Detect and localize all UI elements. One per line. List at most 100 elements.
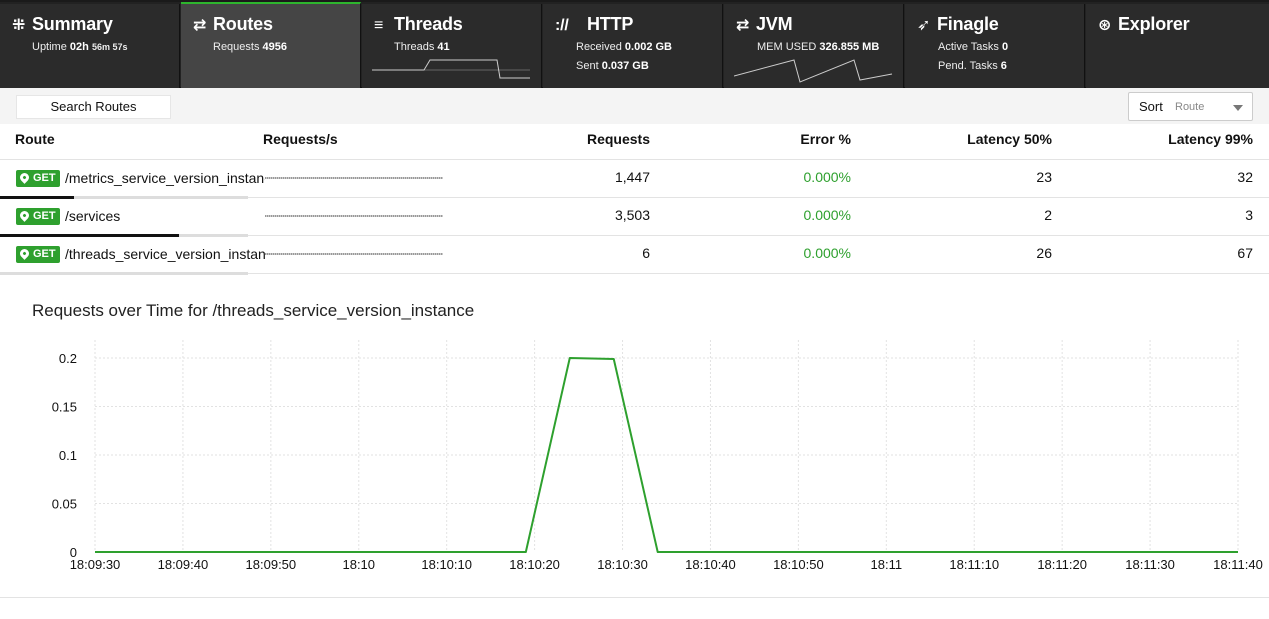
pend-tasks-value: 6 bbox=[1000, 60, 1007, 72]
threads-value: 41 bbox=[437, 41, 450, 53]
tab-finagle[interactable]: ➶ Finagle Active Tasks 0 Pend. Tasks 6 bbox=[905, 4, 1085, 89]
tab-routes[interactable]: ⇄ Routes Requests 4956 bbox=[181, 2, 361, 89]
active-tasks-label: Active Tasks bbox=[938, 41, 999, 53]
active-tasks-stat: Active Tasks 0 bbox=[938, 41, 1008, 53]
tab-http-title: :// HTTP bbox=[555, 14, 633, 35]
requests-label: Requests bbox=[213, 41, 260, 53]
tab-finagle-label: Finagle bbox=[937, 14, 999, 34]
pend-tasks-stat: Pend. Tasks 6 bbox=[938, 60, 1007, 72]
chart-title: Requests over Time for /threads_service_… bbox=[32, 301, 475, 320]
requests-count: 3,503 bbox=[614, 207, 650, 223]
latency-99: 67 bbox=[1237, 245, 1253, 261]
pin-icon bbox=[18, 171, 31, 184]
tab-jvm-title: ⇄ JVM bbox=[736, 14, 793, 35]
get-method-badge: GET bbox=[16, 170, 60, 187]
requests-chart: 18:09:30 18:09:40 18:09:50 18:10 18:10:10 18:… bbox=[52, 340, 1263, 572]
x-tick-label: 18:11 bbox=[871, 557, 903, 572]
x-tick-label: 18:11:20 bbox=[1037, 557, 1087, 572]
route-path: /services bbox=[65, 208, 121, 224]
tab-routes-title: ⇄ Routes bbox=[193, 14, 273, 35]
threads-label: Threads bbox=[394, 41, 435, 53]
requests-sparkline bbox=[265, 177, 443, 179]
latency-50: 23 bbox=[1036, 169, 1052, 185]
arrows-icon: ⇄ bbox=[193, 17, 207, 34]
table-row[interactable]: GET/services 3,503 0.000% 2 3 bbox=[0, 198, 1269, 237]
threads-stat: Threads 41 bbox=[394, 41, 450, 53]
tab-explorer-label: Explorer bbox=[1118, 14, 1190, 34]
latency-99: 32 bbox=[1237, 169, 1253, 185]
error-rate: 0.000% bbox=[803, 169, 851, 185]
tab-explorer-title: ⊛ Explorer bbox=[1098, 14, 1190, 35]
mem-value: 326.855 MB bbox=[819, 41, 880, 53]
method-label: GET bbox=[33, 172, 56, 184]
requests-stat: Requests 4956 bbox=[213, 41, 287, 53]
latency-50: 26 bbox=[1036, 245, 1052, 261]
requests-value: 4956 bbox=[262, 41, 288, 53]
request-share-bar bbox=[0, 272, 248, 275]
top-nav: ⁜ Summary Uptime 02h 56m 57s ⇄ Routes Requ… bbox=[0, 0, 1269, 89]
toolbar: Search Routes Sort Route bbox=[0, 88, 1269, 124]
uptime-label: Uptime bbox=[32, 41, 67, 53]
divider bbox=[0, 597, 1269, 598]
col-requests-per-sec[interactable]: Requests/s bbox=[263, 131, 338, 147]
tab-threads-label: Threads bbox=[394, 14, 463, 34]
x-tick-label: 18:10:20 bbox=[509, 557, 560, 572]
pin-icon bbox=[18, 209, 31, 222]
x-tick-label: 18:10 bbox=[342, 557, 375, 572]
col-requests[interactable]: Requests bbox=[587, 131, 650, 147]
sort-value: Route bbox=[1175, 101, 1205, 113]
col-latency-99[interactable]: Latency 99% bbox=[1168, 131, 1253, 147]
requests-sparkline bbox=[265, 253, 443, 255]
x-tick-label: 18:09:30 bbox=[70, 557, 121, 572]
method-label: GET bbox=[33, 210, 56, 222]
x-tick-label: 18:10:50 bbox=[773, 557, 824, 572]
x-tick-label: 18:10:30 bbox=[597, 557, 648, 572]
sent-value: 0.037 GB bbox=[601, 60, 649, 72]
tab-summary-label: Summary bbox=[32, 14, 113, 34]
tab-jvm-label: JVM bbox=[756, 14, 793, 34]
arrows-icon: ⇄ bbox=[736, 17, 750, 34]
received-value: 0.002 GB bbox=[624, 41, 673, 53]
y-tick-label: 0.05 bbox=[52, 497, 77, 512]
error-rate: 0.000% bbox=[803, 207, 851, 223]
sent-stat: Sent 0.037 GB bbox=[576, 60, 649, 72]
tab-explorer[interactable]: ⊛ Explorer bbox=[1086, 4, 1269, 89]
active-tasks-value: 0 bbox=[1002, 41, 1009, 53]
latency-99: 3 bbox=[1245, 207, 1253, 223]
x-tick-label: 18:11:10 bbox=[949, 557, 999, 572]
series-line bbox=[95, 357, 1238, 553]
x-tick-label: 18:11:40 bbox=[1213, 557, 1263, 572]
jvm-sparkline bbox=[734, 59, 893, 83]
slashes-icon: :// bbox=[555, 17, 569, 34]
y-tick-label: 0 bbox=[70, 545, 77, 560]
mem-stat: MEM USED 326.855 MB bbox=[757, 41, 879, 53]
table-row[interactable]: GET/threads_service_version_instance 6 0.0… bbox=[0, 236, 1269, 275]
col-latency-50[interactable]: Latency 50% bbox=[967, 131, 1052, 147]
search-routes-button[interactable]: Search Routes bbox=[16, 95, 171, 119]
x-tick-label: 18:10:10 bbox=[421, 557, 472, 572]
chevron-down-icon bbox=[1233, 105, 1243, 111]
uptime-hours: 02h bbox=[69, 41, 89, 53]
sunburst-icon: ⁜ bbox=[12, 17, 26, 34]
pin-icon bbox=[18, 247, 31, 260]
uptime-stat: Uptime 02h 56m 57s bbox=[32, 41, 127, 53]
y-tick-label: 0.15 bbox=[52, 400, 77, 415]
pend-tasks-label: Pend. Tasks bbox=[938, 60, 998, 72]
get-method-badge: GET bbox=[16, 208, 60, 225]
table-row[interactable]: GET/metrics_service_version_instance 1,44… bbox=[0, 160, 1269, 199]
col-error[interactable]: Error % bbox=[800, 131, 851, 147]
y-tick-label: 0.1 bbox=[59, 448, 77, 463]
tab-threads[interactable]: ≡ Threads Threads 41 bbox=[362, 4, 542, 89]
tab-http[interactable]: :// HTTP Received 0.002 GB Sent 0.037 GB bbox=[543, 4, 723, 89]
tab-summary[interactable]: ⁜ Summary Uptime 02h 56m 57s bbox=[0, 4, 180, 89]
route-path: /threads_service_version_instance bbox=[65, 246, 265, 262]
uptime-minutes: 56m 57s bbox=[91, 42, 128, 52]
mem-label: MEM USED bbox=[757, 41, 817, 53]
sort-select[interactable]: Sort Route bbox=[1128, 92, 1253, 121]
sort-label: Sort bbox=[1139, 99, 1163, 114]
get-method-badge: GET bbox=[16, 246, 60, 263]
x-tick-label: 18:09:50 bbox=[246, 557, 297, 572]
lines-icon: ≡ bbox=[374, 17, 384, 34]
tab-jvm[interactable]: ⇄ JVM MEM USED 326.855 MB bbox=[724, 4, 904, 89]
col-route[interactable]: Route bbox=[15, 131, 55, 147]
